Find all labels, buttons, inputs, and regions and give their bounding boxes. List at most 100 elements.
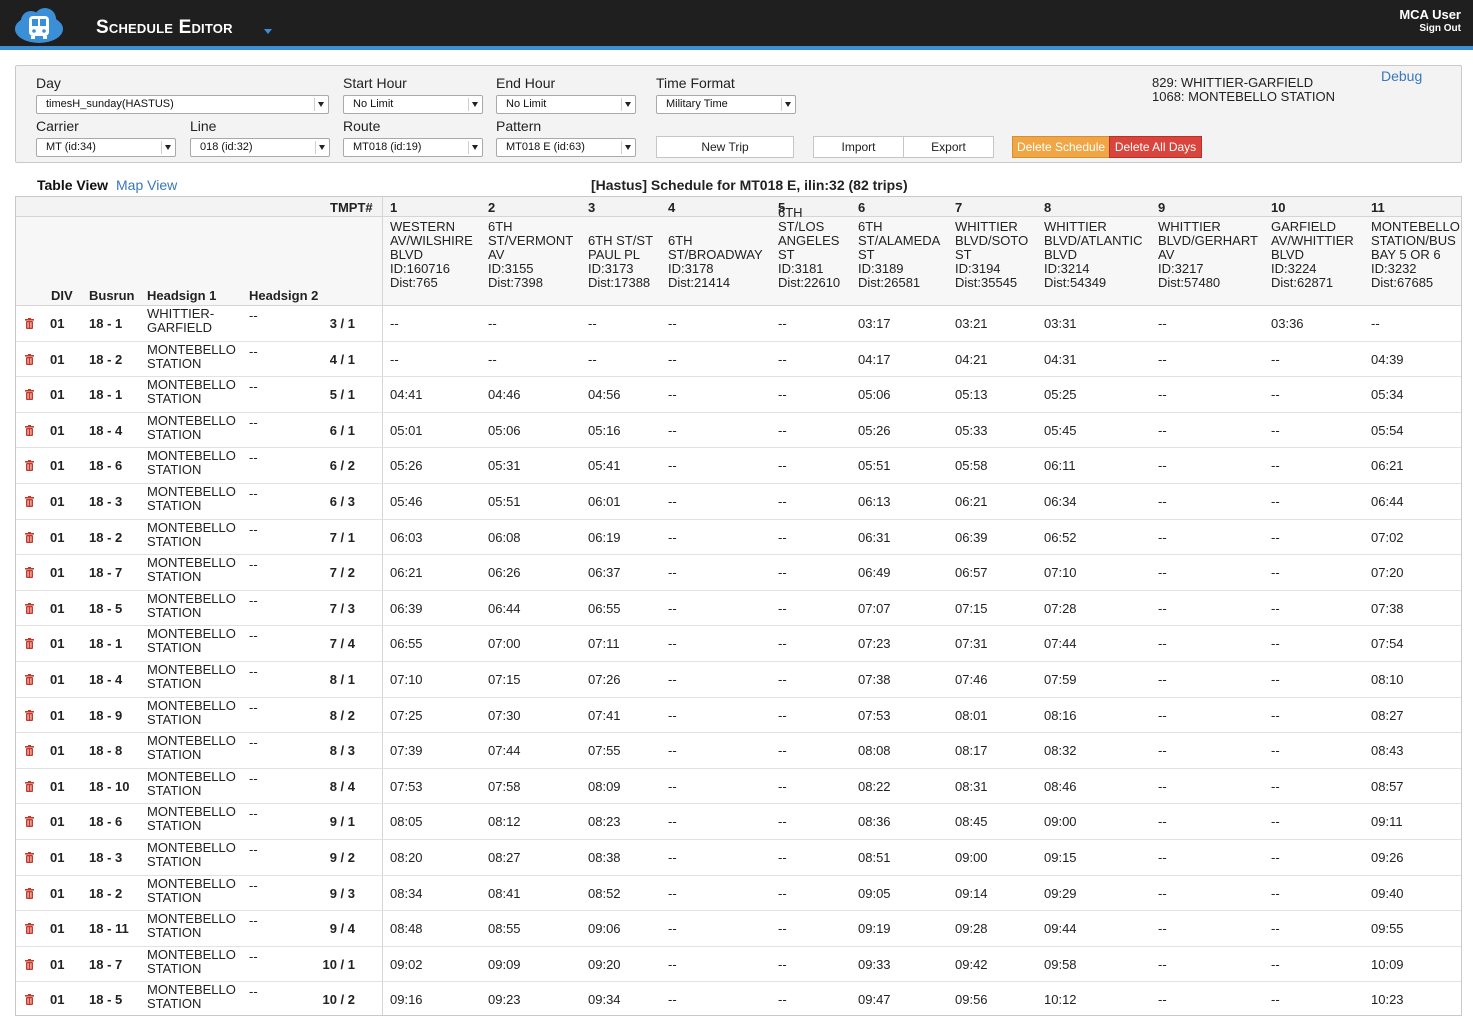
time-cell[interactable]: -- [778,423,787,438]
time-cell[interactable]: -- [1271,636,1280,651]
time-cell[interactable]: -- [1271,387,1280,402]
line-select[interactable]: 018 (id:32) [190,138,330,157]
time-cell[interactable]: -- [778,672,787,687]
time-cell[interactable]: -- [1271,992,1280,1007]
trash-icon[interactable] [25,460,34,472]
time-cell[interactable]: -- [1271,708,1280,723]
time-format-select[interactable]: Military Time [656,95,796,114]
time-cell[interactable]: -- [668,921,677,936]
caret-down-icon[interactable] [264,29,272,34]
time-cell[interactable]: 08:32 [1044,743,1077,758]
table-row[interactable]: 01 18 - 9 MONTEBELLO STATION -- 8 / 2 07:25 07… [16,698,1461,734]
time-cell[interactable]: 09:29 [1044,886,1077,901]
time-cell[interactable]: -- [1158,957,1167,972]
time-cell[interactable]: 05:45 [1044,423,1077,438]
debug-link[interactable]: Debug [1381,68,1422,84]
time-cell[interactable]: -- [668,957,677,972]
time-cell[interactable]: -- [1271,957,1280,972]
time-cell[interactable]: 08:31 [955,779,988,794]
time-cell[interactable]: 07:46 [955,672,988,687]
time-cell[interactable]: 09:42 [955,957,988,972]
table-row[interactable]: 01 18 - 1 WHITTIER- GARFIELD -- 3 / 1 -- -- -- -… [16,306,1461,342]
time-cell[interactable]: 09:14 [955,886,988,901]
time-cell[interactable]: 09:33 [858,957,891,972]
time-cell[interactable]: -- [778,708,787,723]
time-cell[interactable]: 08:43 [1371,743,1404,758]
time-cell[interactable]: 07:44 [488,743,521,758]
time-cell[interactable]: 06:19 [588,530,621,545]
time-cell[interactable]: 10:09 [1371,957,1404,972]
time-cell[interactable]: -- [1271,352,1280,367]
trash-icon[interactable] [25,567,34,579]
time-cell[interactable]: 07:00 [488,636,521,651]
time-cell[interactable]: -- [1158,352,1167,367]
table-row[interactable]: 01 18 - 4 MONTEBELLO STATION -- 8 / 1 07:10 07… [16,662,1461,698]
time-cell[interactable]: -- [1158,850,1167,865]
table-row[interactable]: 01 18 - 3 MONTEBELLO STATION -- 9 / 2 08:20 08… [16,840,1461,876]
time-cell[interactable]: 03:17 [858,316,891,331]
time-cell[interactable]: 07:11 [588,636,620,651]
time-cell[interactable]: 07:15 [488,672,521,687]
table-row[interactable]: 01 18 - 1 MONTEBELLO STATION -- 7 / 4 06:55 07… [16,626,1461,662]
time-cell[interactable]: -- [390,352,399,367]
time-cell[interactable]: -- [1271,530,1280,545]
time-cell[interactable]: 08:27 [1371,708,1404,723]
time-cell[interactable]: -- [778,779,787,794]
time-cell[interactable]: -- [1271,601,1280,616]
time-cell[interactable]: -- [668,636,677,651]
time-cell[interactable]: 08:46 [1044,779,1077,794]
time-cell[interactable]: 08:41 [488,886,521,901]
table-row[interactable]: 01 18 - 2 MONTEBELLO STATION -- 9 / 3 08:34 08… [16,876,1461,912]
time-cell[interactable]: 07:28 [1044,601,1077,616]
time-cell[interactable]: -- [588,316,597,331]
table-row[interactable]: 01 18 - 4 MONTEBELLO STATION -- 6 / 1 05:01 05… [16,413,1461,449]
time-cell[interactable]: 08:55 [488,921,521,936]
time-cell[interactable]: -- [778,921,787,936]
time-cell[interactable]: 08:12 [488,814,521,829]
time-cell[interactable]: 04:46 [488,387,521,402]
time-cell[interactable]: 07:10 [1044,565,1077,580]
end-hour-select[interactable]: No Limit [496,95,636,114]
time-cell[interactable]: 06:55 [390,636,423,651]
time-cell[interactable]: -- [1158,601,1167,616]
time-cell[interactable]: 07:31 [955,636,988,651]
time-cell[interactable]: -- [1158,565,1167,580]
time-cell[interactable]: 07:02 [1371,530,1404,545]
time-cell[interactable]: -- [778,352,787,367]
time-cell[interactable]: -- [668,814,677,829]
time-cell[interactable]: 09:28 [955,921,988,936]
time-cell[interactable]: -- [1158,494,1167,509]
time-cell[interactable]: 06:03 [390,530,423,545]
time-cell[interactable]: -- [588,352,597,367]
time-cell[interactable]: 07:26 [588,672,621,687]
trash-icon[interactable] [25,745,34,757]
time-cell[interactable]: -- [778,886,787,901]
time-cell[interactable]: 09:23 [488,992,521,1007]
trash-icon[interactable] [25,709,34,721]
time-cell[interactable]: -- [1271,565,1280,580]
time-cell[interactable]: 07:58 [488,779,521,794]
time-cell[interactable]: 05:51 [858,458,891,473]
time-cell[interactable]: 05:26 [390,458,423,473]
time-cell[interactable]: -- [668,494,677,509]
time-cell[interactable]: 09:02 [390,957,423,972]
time-cell[interactable]: -- [1158,636,1167,651]
time-cell[interactable]: -- [778,636,787,651]
app-title[interactable]: Schedule Editor [96,17,233,39]
trash-icon[interactable] [25,424,34,436]
time-cell[interactable]: 08:17 [955,743,988,758]
trash-icon[interactable] [25,958,34,970]
delete-schedule-button[interactable]: Delete Schedule [1012,136,1110,158]
time-cell[interactable]: -- [1158,530,1167,545]
time-cell[interactable]: 06:21 [955,494,988,509]
time-cell[interactable]: -- [778,530,787,545]
time-cell[interactable]: 06:57 [955,565,988,580]
new-trip-button[interactable]: New Trip [656,136,794,158]
time-cell[interactable]: 06:11 [1044,458,1076,473]
time-cell[interactable]: 07:23 [858,636,891,651]
time-cell[interactable]: 07:54 [1371,636,1404,651]
time-cell[interactable]: 05:33 [955,423,988,438]
time-cell[interactable]: 08:27 [488,850,521,865]
time-cell[interactable]: 05:06 [488,423,521,438]
time-cell[interactable]: -- [778,316,787,331]
